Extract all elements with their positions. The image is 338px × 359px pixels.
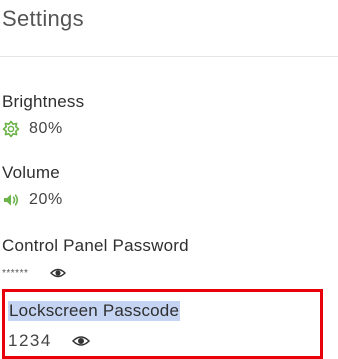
control-panel-password-value: ****** [2,267,29,279]
volume-value: 20% [29,191,63,208]
speaker-icon [2,191,20,209]
control-panel-password-row[interactable]: ****** [2,263,189,283]
volume-value-row[interactable]: 20% [2,190,63,210]
brightness-setting: Brightness 80% [2,92,84,139]
brightness-value-row[interactable]: 80% [2,119,84,139]
header-divider [0,56,338,57]
control-panel-password-label: Control Panel Password [2,236,189,255]
control-panel-password-setting: Control Panel Password ****** [2,236,189,283]
lockscreen-passcode-label: Lockscreen Passcode [8,301,181,321]
brightness-label: Brightness [2,92,85,111]
brightness-value: 80% [29,120,63,137]
page-title: Settings [2,6,84,31]
eye-icon[interactable] [50,267,67,279]
lockscreen-passcode-value: 1234 [8,331,52,350]
lockscreen-passcode-row[interactable]: 1234 [8,331,180,351]
volume-setting: Volume 20% [2,163,63,210]
brightness-icon [2,120,20,138]
volume-label: Volume [2,163,60,182]
lockscreen-passcode-setting: Lockscreen Passcode 1234 [8,301,181,351]
eye-icon[interactable] [71,334,90,348]
